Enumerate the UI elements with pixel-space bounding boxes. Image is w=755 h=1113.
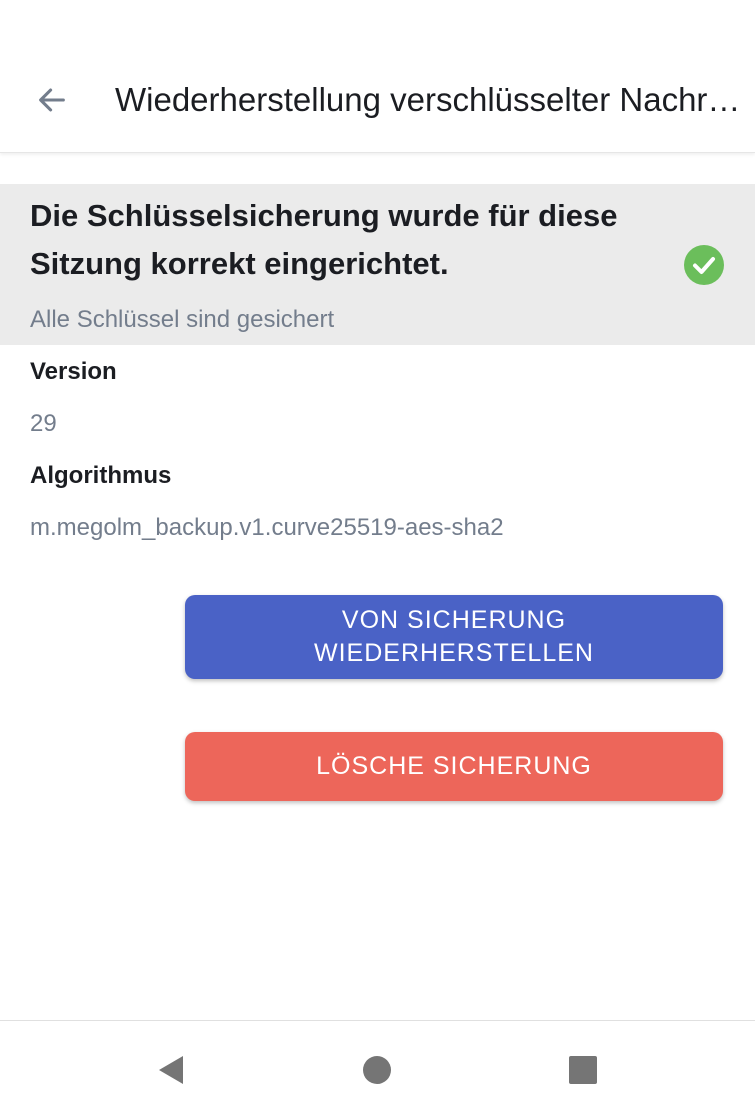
page-title: Wiederherstellung verschlüsselter Nachri…	[115, 81, 745, 118]
nav-back-button[interactable]	[142, 1042, 198, 1098]
square-recents-icon	[569, 1056, 597, 1084]
app-screen: Wiederherstellung verschlüsselter Nachri…	[0, 0, 755, 1113]
version-value: 29	[30, 410, 57, 437]
version-label: Version	[30, 358, 117, 385]
arrow-left-icon	[39, 88, 65, 112]
toolbar: Wiederherstellung verschlüsselter Nachri…	[0, 0, 755, 153]
triangle-back-icon	[159, 1056, 183, 1084]
back-button[interactable]	[24, 72, 80, 128]
nav-home-button[interactable]	[349, 1042, 405, 1098]
delete-backup-button[interactable]: LÖSCHE SICHERUNG	[185, 732, 723, 801]
check-circle-icon	[684, 245, 724, 285]
circle-home-icon	[363, 1056, 391, 1084]
algorithm-value: m.megolm_backup.v1.curve25519-aes-sha2	[30, 514, 504, 541]
restore-from-backup-button[interactable]: VON SICHERUNG WIEDERHERSTELLEN	[185, 595, 723, 679]
backup-status-subtitle: Alle Schlüssel sind gesichert	[30, 306, 335, 333]
algorithm-label: Algorithmus	[30, 462, 172, 489]
nav-recents-button[interactable]	[555, 1042, 611, 1098]
backup-status-title: Die Schlüsselsicherung wurde für diese S…	[30, 198, 618, 281]
